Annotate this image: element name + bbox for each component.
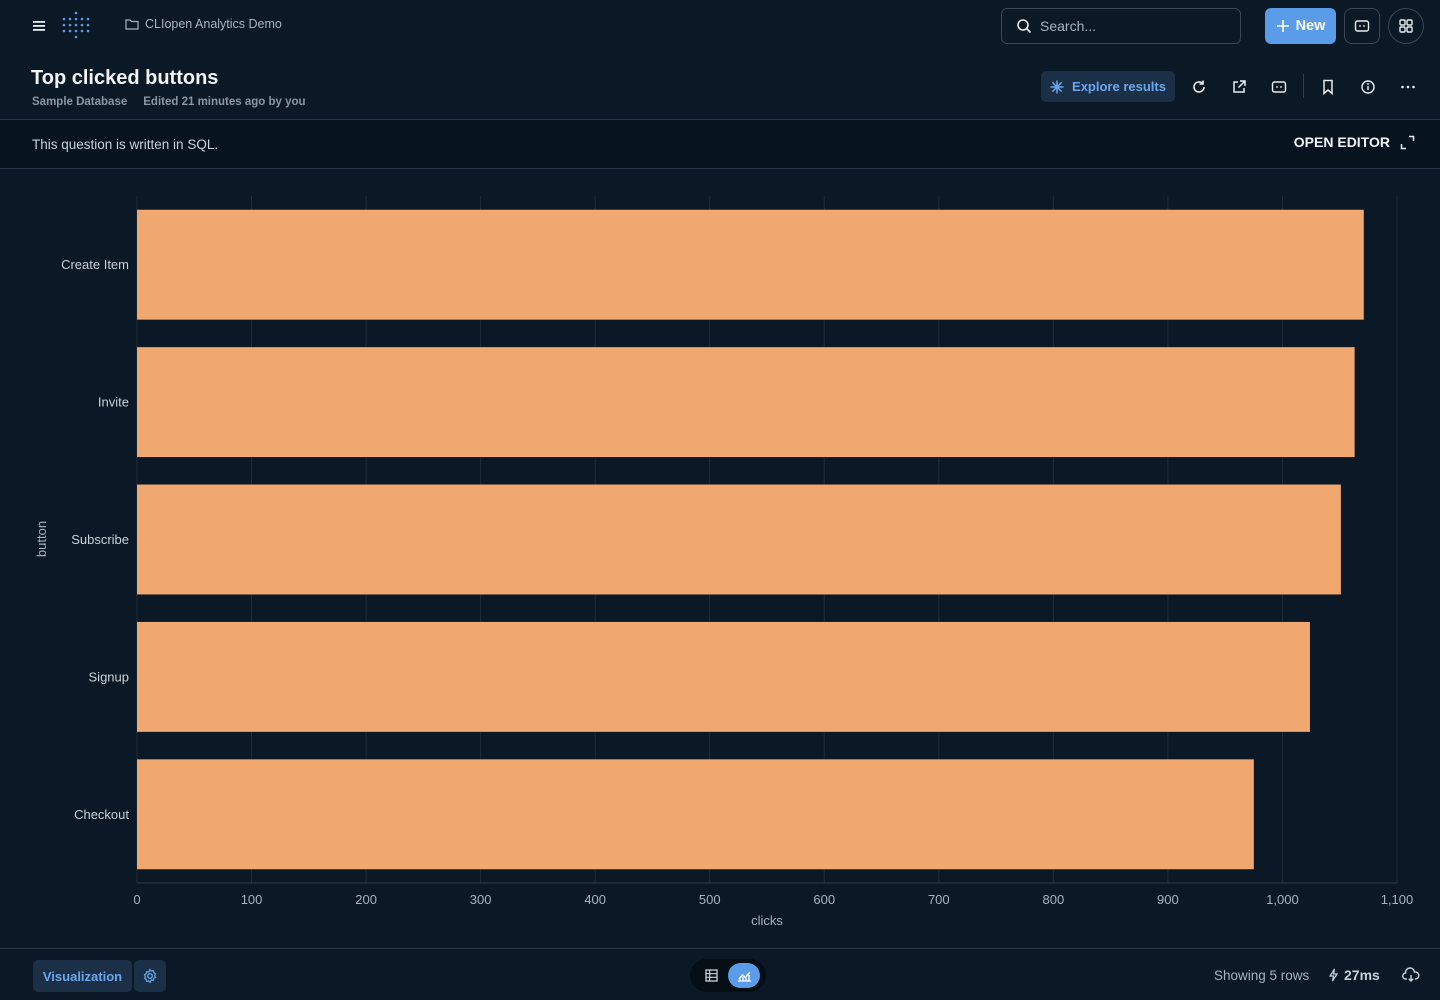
bar-chart: Create Item Invite Subscribe Signup Checkout… [34, 196, 1414, 928]
visualization-settings-button[interactable] [134, 960, 166, 992]
open-editor-label: OPEN EDITOR [1293, 134, 1390, 150]
expand-icon [1400, 135, 1415, 149]
folder-icon [125, 19, 139, 30]
hamburger-menu-icon[interactable] [26, 14, 52, 38]
breadcrumb-collection[interactable]: CLIopen Analytics Demo [145, 17, 282, 31]
chat-bot-icon [1271, 81, 1287, 93]
y-axis-label: button [34, 521, 49, 557]
sparkle-icon [1050, 80, 1064, 93]
query-timing-value: 27ms [1344, 967, 1380, 983]
x-tick-label: 400 [584, 892, 606, 907]
new-button[interactable]: New [1265, 8, 1336, 44]
x-tick-label: 500 [699, 892, 721, 907]
x-tick-label: 200 [355, 892, 377, 907]
chart-view-toggle[interactable] [728, 963, 760, 988]
cloud-download-icon [1402, 967, 1420, 982]
info-icon [1361, 80, 1375, 94]
share-button[interactable] [1226, 74, 1252, 100]
chat-bot-icon [1354, 20, 1370, 32]
explore-results-label: Explore results [1072, 79, 1166, 94]
x-axis-label: clicks [751, 913, 783, 928]
x-tick-label: 0 [133, 892, 140, 907]
metabot-action-button[interactable] [1266, 74, 1292, 100]
x-tick-label: 900 [1157, 892, 1179, 907]
x-tick-label: 700 [928, 892, 950, 907]
sql-note: This question is written in SQL. [32, 137, 219, 152]
y-tick-label: Subscribe [71, 532, 129, 547]
bookmark-button[interactable] [1315, 74, 1341, 100]
line-chart-icon [737, 971, 751, 982]
bar[interactable] [137, 347, 1355, 458]
native-query-bar: This question is written in SQL. OPEN ED… [0, 119, 1440, 169]
search-input[interactable]: Search... [1001, 8, 1241, 44]
plus-icon [1276, 20, 1289, 32]
open-editor-button[interactable]: OPEN EDITOR [1294, 134, 1415, 150]
y-tick-label: Invite [98, 395, 129, 410]
search-placeholder: Search... [1040, 18, 1097, 34]
refresh-button[interactable] [1186, 74, 1212, 100]
x-tick-label: 300 [470, 892, 492, 907]
download-button[interactable] [1399, 963, 1423, 987]
bar[interactable] [137, 209, 1364, 320]
more-button[interactable] [1395, 74, 1421, 100]
question-meta: Sample Database Edited 21 minutes ago by… [32, 96, 306, 108]
x-tick-label: 600 [813, 892, 835, 907]
share-icon [1233, 80, 1246, 93]
bar[interactable] [137, 484, 1341, 595]
refresh-icon [1193, 80, 1205, 93]
query-timing: 27ms [1328, 967, 1380, 983]
apps-button[interactable] [1388, 8, 1424, 44]
x-tick-label: 1,100 [1381, 892, 1414, 907]
ellipsis-icon [1401, 85, 1415, 89]
table-view-toggle[interactable] [696, 963, 726, 988]
search-icon [1017, 19, 1032, 34]
toolbar-divider [1303, 74, 1304, 98]
footer-bar: Visualization Showing 5 rows 27ms [0, 948, 1440, 1000]
bar[interactable] [137, 759, 1254, 870]
edited-info[interactable]: Edited 21 minutes ago by you [143, 96, 305, 108]
top-bar: CLIopen Analytics Demo Search... New [0, 0, 1440, 52]
lightning-icon [1328, 968, 1339, 982]
metabot-button[interactable] [1344, 8, 1380, 44]
x-tick-label: 800 [1043, 892, 1065, 907]
visualization-button[interactable]: Visualization [33, 960, 132, 992]
grid-icon [1399, 19, 1413, 33]
y-tick-label: Checkout [74, 807, 129, 822]
y-tick-label: Create Item [61, 257, 129, 272]
x-tick-label: 100 [241, 892, 263, 907]
breadcrumb[interactable]: CLIopen Analytics Demo [125, 17, 282, 31]
bar[interactable] [137, 621, 1310, 732]
y-tick-label: Signup [89, 669, 129, 684]
new-button-label: New [1295, 18, 1326, 34]
database-name[interactable]: Sample Database [32, 96, 127, 108]
table-icon [704, 969, 718, 982]
x-tick-label: 1,000 [1266, 892, 1299, 907]
view-toggle [690, 959, 766, 992]
gear-icon [143, 968, 157, 984]
logo-icon[interactable] [60, 10, 92, 42]
info-button[interactable] [1355, 74, 1381, 100]
explore-results-button[interactable]: Explore results [1041, 71, 1175, 102]
page-title[interactable]: Top clicked buttons [31, 67, 218, 90]
bookmark-icon [1323, 79, 1333, 95]
row-count: Showing 5 rows [1214, 968, 1310, 983]
